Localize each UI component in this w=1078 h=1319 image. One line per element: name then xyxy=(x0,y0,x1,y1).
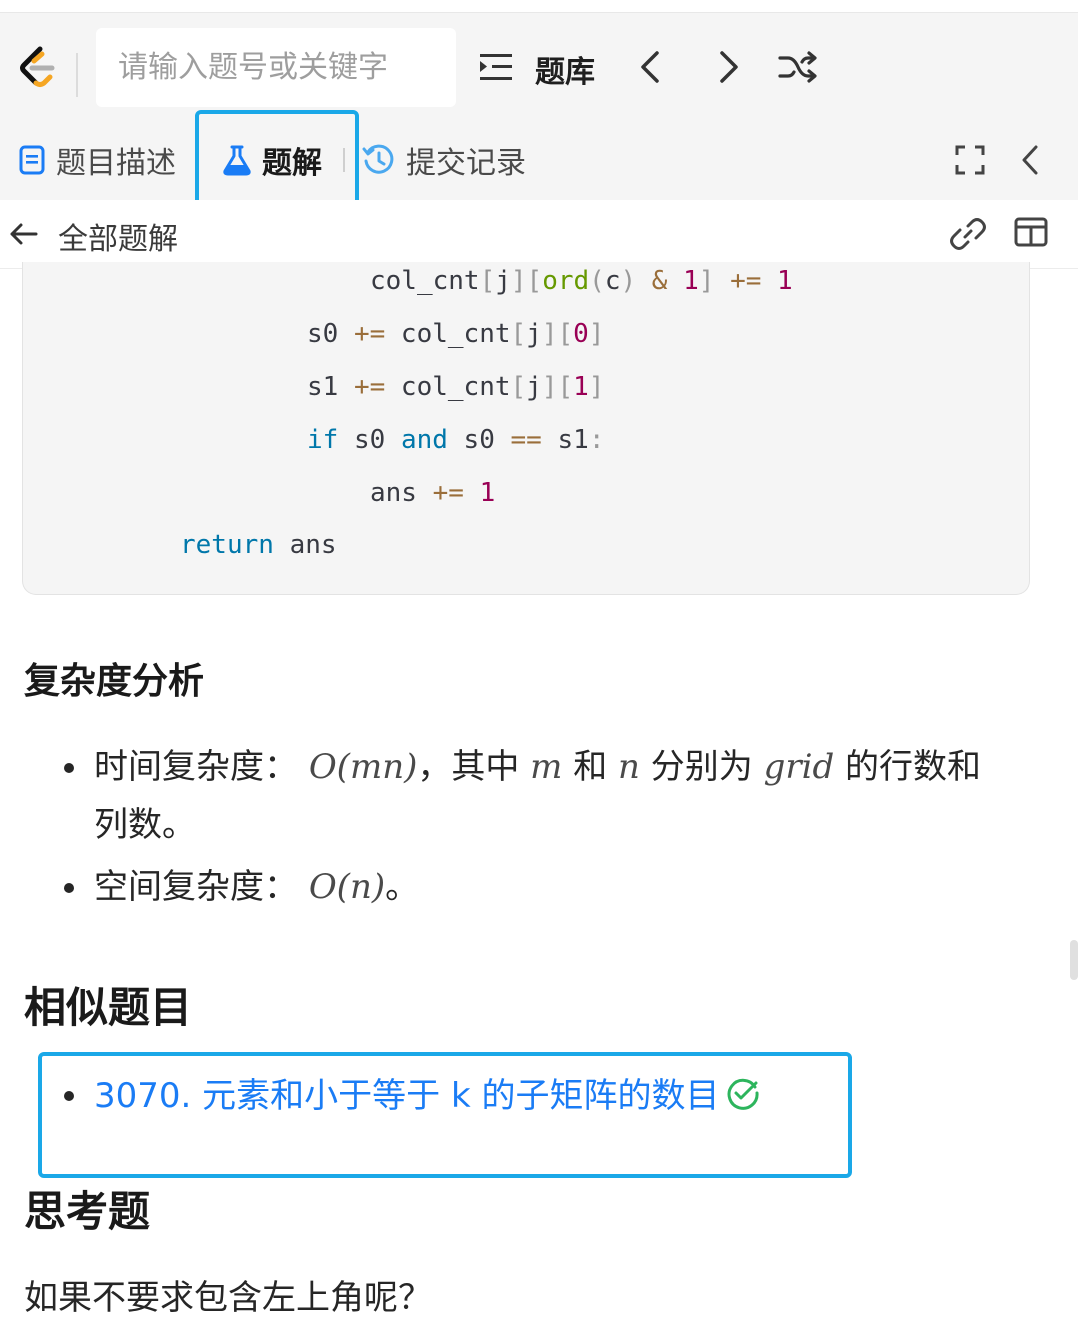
split-view-icon[interactable] xyxy=(1014,216,1048,248)
thinking-question: 如果不要求包含左上角呢？ xyxy=(24,1278,432,1318)
code-line: s0 += col_cnt[j][0] xyxy=(307,319,605,349)
var-n: n xyxy=(618,747,640,787)
rows-and-text: 的行数和 xyxy=(845,747,982,787)
thinking-heading: 思考题 xyxy=(24,1187,151,1236)
var-grid: grid xyxy=(763,747,835,787)
search-placeholder: 请输入题号或关键字 xyxy=(118,50,388,85)
logo-divider xyxy=(76,53,78,97)
tab-description-label: 题目描述 xyxy=(56,146,176,181)
search-input[interactable]: 请输入题号或关键字 xyxy=(96,28,456,107)
space-big-o: O(n) xyxy=(308,867,386,907)
code-block: col_cnt[j][ord(c) & 1] += 1 s0 += col_cn… xyxy=(22,262,1030,595)
similar-problems-heading: 相似题目 xyxy=(24,983,193,1032)
time-complexity-prefix: 时间复杂度： xyxy=(94,747,298,787)
document-icon xyxy=(19,145,45,175)
var-m: m xyxy=(530,747,563,787)
space-suffix: 。 xyxy=(385,867,420,907)
breadcrumb: 全部题解 xyxy=(0,200,1078,269)
all-solutions-link[interactable]: 全部题解 xyxy=(58,214,178,258)
scrollbar[interactable] xyxy=(1070,940,1078,980)
back-arrow-icon[interactable] xyxy=(8,218,40,250)
time-complexity-item: 时间复杂度： O(mn)，其中 m 和 n 分别为 grid 的行数和 xyxy=(94,738,1034,796)
tab-submissions-label: 提交记录 xyxy=(406,146,526,181)
time-complexity-wrap: 列数。 xyxy=(94,805,196,845)
space-complexity-prefix: 空间复杂度： xyxy=(94,867,298,907)
time-mid-text: ，其中 xyxy=(417,747,520,787)
code-line: ans += 1 xyxy=(370,478,496,508)
panel-tabs: 题目描述 题解 提交记录 xyxy=(0,120,1078,200)
code-line: s1 += col_cnt[j][1] xyxy=(307,372,605,402)
history-icon xyxy=(362,144,394,174)
leetcode-logo-icon[interactable] xyxy=(14,43,62,91)
link-icon[interactable] xyxy=(948,214,988,254)
time-big-o: O(mn) xyxy=(308,747,418,787)
tab-description[interactable]: 题目描述 xyxy=(18,120,176,200)
complexity-heading: 复杂度分析 xyxy=(24,661,205,702)
bullet-dot xyxy=(64,763,74,773)
next-problem-icon[interactable] xyxy=(710,49,746,85)
code-line: return ans xyxy=(180,530,337,560)
problem-bank-link[interactable]: 题库 xyxy=(535,47,595,91)
space-complexity-item: 空间复杂度： O(n)。 xyxy=(94,858,419,916)
problem-list-icon[interactable] xyxy=(478,51,514,83)
collapse-panel-icon[interactable] xyxy=(1018,144,1042,176)
bullet-dot xyxy=(64,883,74,893)
code-line: if s0 and s0 == s1: xyxy=(307,425,605,455)
respectively-text: 分别为 xyxy=(650,747,753,787)
previous-problem-icon[interactable] xyxy=(633,49,669,85)
and-text: 和 xyxy=(573,747,608,787)
shuffle-icon[interactable] xyxy=(778,49,818,85)
fullscreen-icon[interactable] xyxy=(955,145,985,175)
highlight-similar-problem xyxy=(38,1052,852,1178)
top-strip xyxy=(0,0,1078,13)
top-toolbar: 请输入题号或关键字 题库 xyxy=(0,13,1078,120)
code-line: col_cnt[j][ord(c) & 1] += 1 xyxy=(370,266,793,296)
tab-submissions[interactable]: 提交记录 xyxy=(362,120,526,200)
